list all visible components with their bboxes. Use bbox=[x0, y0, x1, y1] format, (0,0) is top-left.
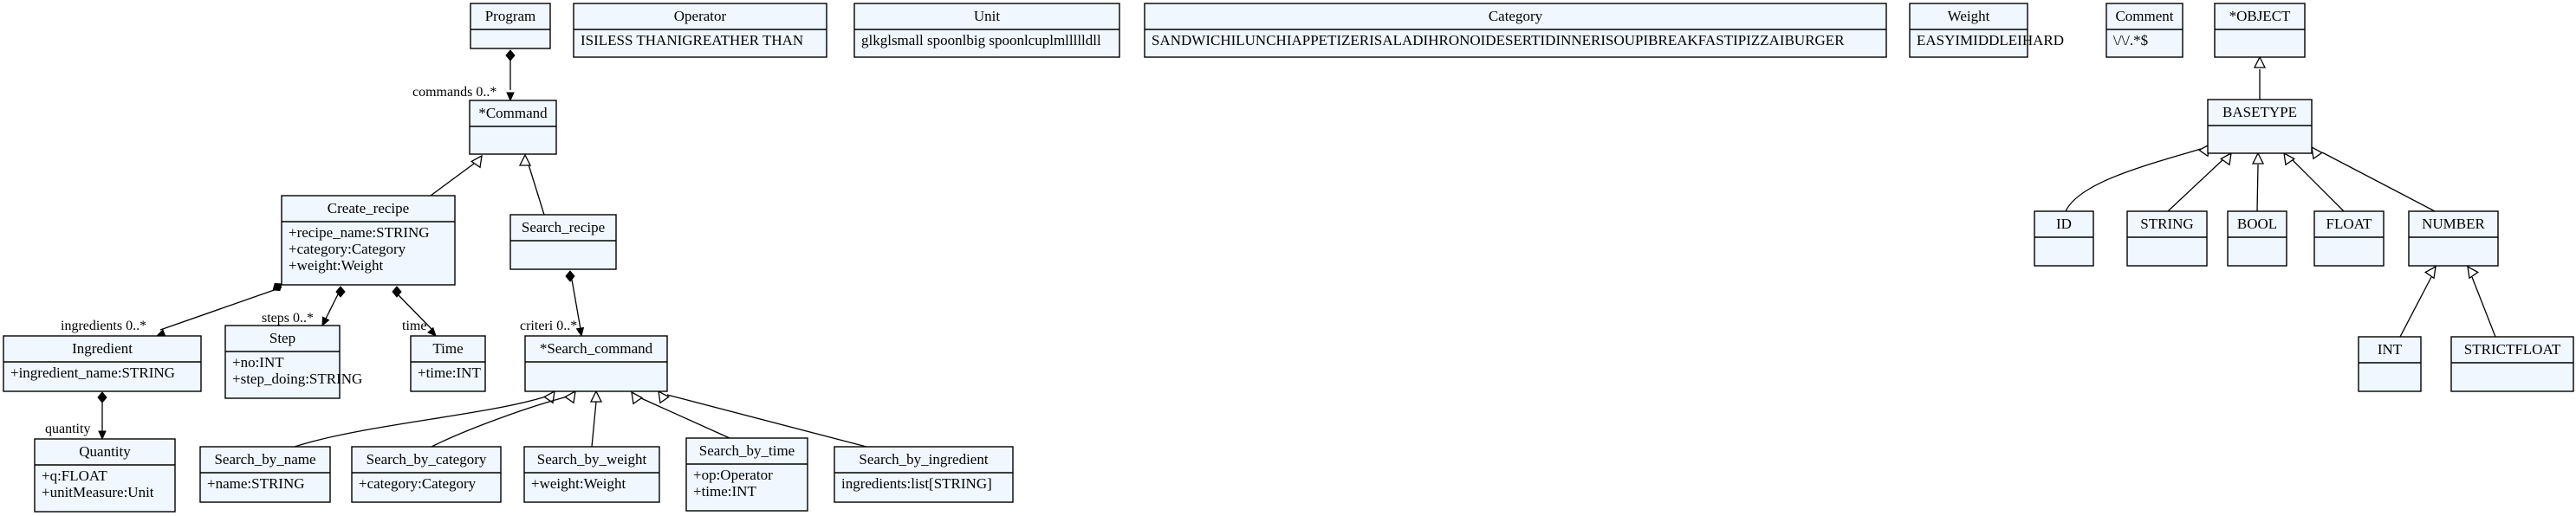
class-attribute: ISILESS THANIGREATHER THAN bbox=[581, 32, 803, 48]
class-name: ID bbox=[2056, 216, 2072, 232]
class-attribute: +op:Operator bbox=[693, 467, 773, 483]
class-name: Search_by_category bbox=[367, 451, 487, 468]
class-box-int: INT bbox=[2358, 336, 2422, 392]
multiplicity-label: time bbox=[402, 319, 426, 333]
class-box-create-recipe: Create_recipe +recipe_name:STRING+categor… bbox=[281, 195, 456, 286]
class-name: Unit bbox=[974, 8, 1001, 24]
multiplicity-label: steps 0..* bbox=[262, 311, 314, 326]
class-name: Quantity bbox=[79, 443, 131, 460]
class-box-search-recipe: Search_recipe bbox=[509, 214, 617, 270]
class-attribute: +category:Category bbox=[359, 475, 477, 492]
multiplicity-label: criteri 0..* bbox=[520, 319, 577, 333]
class-attribute: +step_doing:STRING bbox=[232, 371, 362, 387]
class-box-id: ID bbox=[2034, 210, 2094, 267]
class-attribute: +q:FLOAT bbox=[42, 468, 107, 484]
class-attribute: +recipe_name:STRING bbox=[289, 224, 430, 241]
class-attribute: +ingredient_name:STRING bbox=[10, 364, 175, 381]
class-name: Search_by_ingredient bbox=[859, 451, 988, 468]
class-name: Time bbox=[432, 340, 463, 357]
class-box-operator: Operator ISILESS THANIGREATHER THAN bbox=[573, 3, 827, 58]
class-box-time: Time +time:INT bbox=[410, 335, 486, 392]
class-box-quantity: Quantity +q:FLOAT+unitMeasure:Unit bbox=[34, 438, 176, 513]
class-box-search-by-ingredient: Search_by_ingredient ingredients:list[STR… bbox=[834, 446, 1014, 503]
class-name: INT bbox=[2378, 341, 2403, 358]
class-attribute: +time:INT bbox=[693, 483, 756, 500]
class-attribute: EASYIMIDDLEIHARD bbox=[1917, 32, 2064, 48]
class-name: Step bbox=[269, 330, 295, 346]
multiplicity-label: commands 0..* bbox=[412, 85, 496, 100]
class-box-comment: Comment \/\/.*$ bbox=[2106, 3, 2183, 58]
class-attribute: +name:STRING bbox=[207, 475, 305, 492]
class-box-search-by-time: Search_by_time +op:Operator+time:INT bbox=[685, 437, 808, 512]
class-attribute: glkglsmall spoonlbig spoonlcuplmllllldll bbox=[861, 32, 1101, 48]
class-box-number: NUMBER bbox=[2408, 210, 2499, 267]
multiplicity-label: ingredients 0..* bbox=[61, 319, 146, 333]
class-name: FLOAT bbox=[2326, 216, 2373, 232]
class-box-float: FLOAT bbox=[2313, 210, 2385, 267]
class-box-program: Program bbox=[470, 3, 551, 49]
class-name: Comment bbox=[2115, 8, 2173, 24]
class-name: STRING bbox=[2140, 216, 2193, 232]
class-name: BOOL bbox=[2237, 216, 2277, 232]
class-name: *Search_command bbox=[540, 340, 653, 357]
class-name: *Command bbox=[478, 105, 548, 121]
class-attribute: SANDWICHILUNCHIAPPETIZERISALADIHRONOIDES… bbox=[1152, 32, 1845, 48]
class-name: Search_by_name bbox=[214, 451, 315, 468]
class-attribute: +time:INT bbox=[418, 364, 481, 381]
class-attribute: +weight:Weight bbox=[531, 475, 626, 492]
class-name: Operator bbox=[674, 8, 727, 24]
class-box-search-command: *Search_command bbox=[524, 335, 668, 392]
class-name: Search_by_weight bbox=[537, 451, 647, 468]
class-diagram: commands 0..* ingredients 0..* steps 0..* t… bbox=[0, 0, 2576, 516]
composition-diamond bbox=[272, 282, 282, 292]
class-name: Ingredient bbox=[72, 340, 133, 357]
class-attribute: +no:INT bbox=[232, 354, 284, 371]
class-box-unit: Unit glkglsmall spoonlbig spoonlcuplmllll… bbox=[853, 3, 1120, 58]
class-name: Search_recipe bbox=[522, 219, 605, 235]
class-name: BASETYPE bbox=[2222, 104, 2297, 120]
class-name: Program bbox=[485, 8, 536, 24]
class-attribute: +category:Category bbox=[289, 241, 406, 257]
class-box-search-by-category: Search_by_category +category:Category bbox=[351, 446, 502, 503]
class-name: Category bbox=[1489, 8, 1543, 24]
class-name: Weight bbox=[1948, 8, 1990, 24]
class-name: Create_recipe bbox=[328, 200, 409, 216]
class-box-basetype: BASETYPE bbox=[2207, 99, 2313, 154]
class-box-search-by-weight: Search_by_weight +weight:Weight bbox=[523, 446, 660, 503]
class-name: *OBJECT bbox=[2229, 8, 2291, 24]
class-name: STRICTFLOAT bbox=[2464, 341, 2561, 358]
class-box-category: Category SANDWICHILUNCHIAPPETIZERISALADIH… bbox=[1144, 3, 1887, 58]
class-attribute: ingredients:list[STRING] bbox=[841, 475, 992, 492]
multiplicity-label: quantity bbox=[45, 422, 90, 436]
class-name: Search_by_time bbox=[699, 442, 795, 459]
class-box-command: *Command bbox=[469, 100, 557, 155]
class-box-bool: BOOL bbox=[2227, 210, 2287, 267]
class-box-search-by-name: Search_by_name +name:STRING bbox=[199, 446, 331, 503]
class-attribute: +unitMeasure:Unit bbox=[42, 484, 154, 500]
class-box-object: *OBJECT bbox=[2214, 3, 2306, 58]
class-name: NUMBER bbox=[2422, 216, 2485, 232]
class-attribute: \/\/.*$ bbox=[2113, 32, 2148, 48]
class-box-strictfloat: STRICTFLOAT bbox=[2450, 336, 2574, 392]
class-attribute: +weight:Weight bbox=[289, 257, 384, 274]
class-box-ingredient: Ingredient +ingredient_name:STRING bbox=[3, 335, 202, 392]
class-box-string: STRING bbox=[2126, 210, 2208, 267]
